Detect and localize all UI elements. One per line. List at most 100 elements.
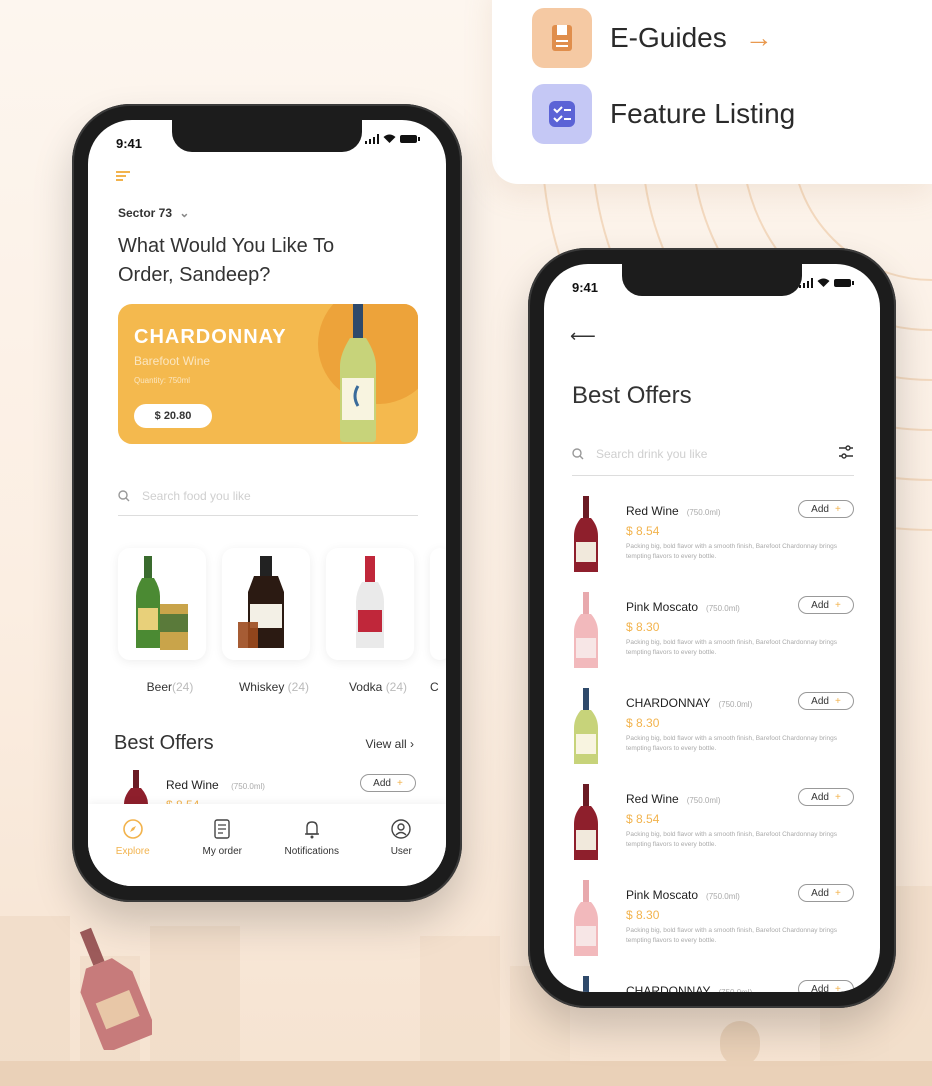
promo-banner[interactable]: CHARDONNAY Barefoot Wine Quantity: 750ml… xyxy=(118,304,418,444)
wifi-icon xyxy=(383,134,396,143)
add-button[interactable]: Add + xyxy=(798,500,854,518)
status-time: 9:41 xyxy=(116,136,143,151)
beer-bottle-icon xyxy=(136,556,188,650)
plus-icon: + xyxy=(834,791,841,803)
battery-icon xyxy=(834,279,854,287)
food-search-input[interactable] xyxy=(142,488,342,503)
menu-icon[interactable] xyxy=(116,170,130,182)
offer-description: Packing big, bold flavor with a smooth f… xyxy=(626,831,838,848)
add-button[interactable]: Add + xyxy=(798,692,854,710)
battery-icon xyxy=(400,135,420,143)
offer-price: $ 8.54 xyxy=(626,524,660,538)
view-all-link[interactable]: View all › xyxy=(366,737,414,751)
drink-search-input[interactable] xyxy=(596,446,806,461)
category-beer-label[interactable]: Beer(24) xyxy=(118,680,222,694)
status-icons xyxy=(799,278,854,288)
offer-name: Red Wine xyxy=(626,504,679,518)
best-offers-screen: 9:41 ⟵ Best Offers Red Wine (750.0ml) $ 8.… xyxy=(544,264,880,992)
location-selector[interactable]: Sector 73 ⌄ xyxy=(118,206,189,220)
offer-name: Pink Moscato xyxy=(626,888,699,902)
offer-list-item[interactable]: Pink Moscato (750.0ml) $ 8.30 Packing big, … xyxy=(572,592,854,688)
status-time: 9:41 xyxy=(572,280,599,295)
offer-list: Red Wine (750.0ml) $ 8.54 Packing big, bold… xyxy=(572,496,854,992)
feature-listing[interactable]: Feature Listing xyxy=(532,84,795,144)
nav-explore-label: Explore xyxy=(115,846,150,857)
offer-list-item[interactable]: Red Wine (750.0ml) $ 8.54 Packing big, bold… xyxy=(572,784,854,880)
chevron-down-icon: ⌄ xyxy=(179,206,190,220)
back-arrow-icon[interactable]: ⟵ xyxy=(570,326,596,347)
category-vodka-label[interactable]: Vodka (24) xyxy=(326,680,430,694)
offer-price: $ 8.54 xyxy=(626,812,660,826)
offer-name: CHARDONNAY xyxy=(626,696,711,710)
offer-description: Packing big, bold flavor with a smooth f… xyxy=(626,543,838,560)
category-whiskey[interactable] xyxy=(222,548,310,660)
whiskey-bottle-icon xyxy=(238,556,284,648)
bell-icon xyxy=(304,821,319,839)
nav-user-label: User xyxy=(390,846,412,857)
page-title: Best Offers xyxy=(572,382,692,409)
add-button[interactable]: Add + xyxy=(798,884,854,902)
add-button[interactable]: Add + xyxy=(798,596,854,614)
bottom-nav: Explore My order Notifications User xyxy=(88,804,446,886)
offer-volume: (750.0ml) xyxy=(686,508,721,517)
offer-description: Packing big, bold flavor with a smooth f… xyxy=(626,927,838,944)
nav-notifications-label: Notifications xyxy=(284,846,339,857)
plus-icon: + xyxy=(834,503,841,515)
pink-wine-bottle-icon xyxy=(574,880,598,956)
category-beer[interactable] xyxy=(118,548,206,660)
red-wine-bottle-icon xyxy=(574,784,598,860)
offer-list-item[interactable]: CHARDONNAY(750.0ml)$ 8.30Add+ xyxy=(572,976,854,992)
offer-name: Red Wine xyxy=(166,778,219,792)
phone-home: 9:41 Sector 73 ⌄ What Would You Like To … xyxy=(72,104,462,902)
banner-subtitle: Barefoot Wine xyxy=(134,354,211,368)
category-list xyxy=(118,548,446,660)
compass-icon xyxy=(122,819,143,839)
feature-listing-label: Feature Listing xyxy=(610,98,796,129)
plus-icon: + xyxy=(834,887,841,899)
offer-volume: (750.0ml) xyxy=(718,700,753,709)
category-vodka[interactable] xyxy=(326,548,414,660)
phone-notch xyxy=(622,264,802,296)
decor-bottle-icon xyxy=(79,927,152,1050)
greeting-heading: What Would You Like To Order, Sandeep? xyxy=(118,235,335,286)
wine-bottle-image xyxy=(340,304,376,442)
nav-explore[interactable]: Explore xyxy=(93,818,173,886)
offer-price: $ 8.30 xyxy=(626,908,660,922)
offer-list-item[interactable]: Red Wine (750.0ml) $ 8.54 Packing big, bold… xyxy=(572,496,854,592)
category-partial[interactable] xyxy=(430,548,446,660)
add-button[interactable]: Add + xyxy=(798,788,854,806)
wifi-icon xyxy=(817,278,830,287)
feature-e-guides[interactable]: E-Guides → xyxy=(532,8,773,68)
nav-notifications[interactable]: Notifications xyxy=(272,818,352,886)
offer-volume: (750.0ml) xyxy=(231,782,265,791)
offer-price: $ 8.30 xyxy=(626,620,660,634)
food-search[interactable] xyxy=(118,476,418,516)
offer-volume: (750.0ml) xyxy=(706,892,740,901)
arrow-right-icon: → xyxy=(744,22,773,53)
best-offers-title: Best Offers xyxy=(114,732,214,754)
add-button[interactable]: Add + xyxy=(798,980,854,992)
drink-search[interactable] xyxy=(572,432,854,476)
offer-list-item[interactable]: Pink Moscato (750.0ml) $ 8.30 Packing big, … xyxy=(572,880,854,976)
offer-name: Pink Moscato xyxy=(626,600,699,614)
add-button[interactable]: Add + xyxy=(360,774,416,792)
user-icon xyxy=(391,819,411,839)
chevron-right-icon: › xyxy=(410,736,414,751)
banner-quantity: Quantity: 750ml xyxy=(134,376,191,385)
white-wine-bottle-icon xyxy=(574,688,598,764)
banner-price-button[interactable]: $ 20.80 xyxy=(134,404,212,428)
filter-icon[interactable] xyxy=(838,444,854,460)
best-offers-header: Best Offers View all › xyxy=(114,732,414,755)
plus-icon: + xyxy=(396,777,403,789)
phone-best-offers: 9:41 ⟵ Best Offers Red Wine (750.0ml) $ 8.… xyxy=(528,248,896,1008)
category-partial-label[interactable]: C xyxy=(430,680,446,694)
phone-notch xyxy=(172,120,362,152)
offer-list-item[interactable]: CHARDONNAY (750.0ml) $ 8.30 Packing big, bo… xyxy=(572,688,854,784)
category-whiskey-label[interactable]: Whiskey (24) xyxy=(222,680,326,694)
signal-icon xyxy=(365,134,379,144)
status-icons xyxy=(365,134,420,144)
nav-my-order[interactable]: My order xyxy=(182,818,262,886)
search-icon xyxy=(118,489,130,501)
feature-e-guides-label: E-Guides xyxy=(610,22,727,53)
nav-user[interactable]: User xyxy=(361,818,441,886)
